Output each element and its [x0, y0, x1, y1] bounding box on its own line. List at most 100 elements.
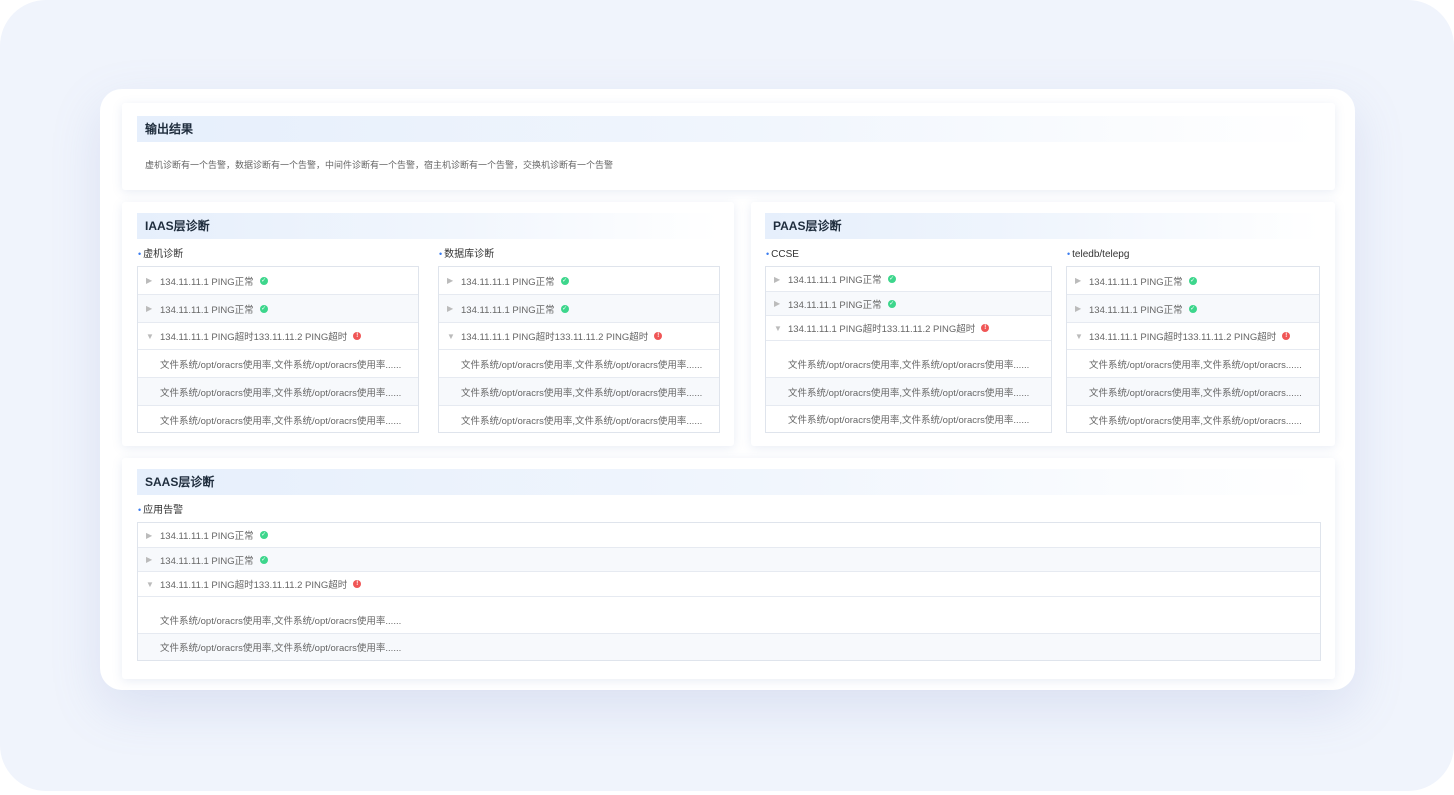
- detail-text: 文件系统/opt/oracrs使用率,文件系统/opt/oracrs使用率...…: [461, 415, 703, 427]
- ping-status-text: 134.11.11.1 PING正常: [160, 276, 254, 288]
- iaas-vm-table: ▶ 134.11.11.1 PING正常 ✓ ▶ 134.11.11.1 PIN…: [137, 266, 419, 433]
- detail-text: 文件系统/opt/oracrs使用率,文件系统/opt/oracrs使用率...…: [788, 415, 1030, 426]
- error-circle-icon: !: [353, 580, 362, 588]
- caret-right-icon[interactable]: ▶: [439, 276, 453, 285]
- detail-text: 文件系统/opt/oracrs使用率,文件系统/opt/oracrs使用率...…: [160, 387, 402, 399]
- output-title: 输出结果: [137, 116, 1320, 142]
- saas-group-app-label: • 应用告警: [138, 503, 183, 517]
- error-circle-icon: !: [654, 332, 663, 340]
- table-row[interactable]: ▶ 134.11.11.1 PING正常 ✓: [138, 548, 1320, 572]
- detail-row: 文件系统/opt/oracrs使用率,文件系统/opt/oracrs使用率...…: [138, 597, 1320, 634]
- table-row[interactable]: ▶ 134.11.11.1 PING正常 ✓: [1067, 267, 1319, 295]
- error-circle-icon: !: [1282, 332, 1291, 340]
- table-row-expanded[interactable]: ▼ 134.11.11.1 PING超时133.11.11.2 PING超时 !: [1067, 323, 1319, 350]
- ping-status-text: 134.11.11.1 PING超时133.11.11.2 PING超时: [461, 332, 649, 343]
- detail-row: 文件系统/opt/oracrs使用率,文件系统/opt/oracrs使用率...…: [439, 350, 719, 378]
- caret-right-icon[interactable]: ▶: [138, 304, 152, 313]
- paas-title: PAAS层诊断: [765, 213, 1320, 239]
- saas-panel: SAAS层诊断 • 应用告警 ▶ 134.11.11.1 PING正常 ✓ ▶ 1…: [122, 458, 1335, 679]
- caret-right-icon[interactable]: ▶: [439, 304, 453, 313]
- caret-down-icon[interactable]: ▼: [138, 580, 154, 589]
- detail-text: 文件系统/opt/oracrs使用率,文件系统/opt/oracrs......: [1089, 359, 1302, 371]
- bullet-dot: •: [1067, 249, 1071, 259]
- ping-status-text: 134.11.11.1 PING超时133.11.11.2 PING超时: [160, 332, 348, 343]
- caret-right-icon[interactable]: ▶: [1067, 276, 1081, 285]
- detail-row: 文件系统/opt/oracrs使用率,文件系统/opt/oracrs使用率...…: [439, 406, 719, 433]
- bullet-dot: •: [138, 249, 142, 259]
- caret-right-icon[interactable]: ▶: [138, 555, 152, 564]
- detail-row: 文件系统/opt/oracrs使用率,文件系统/opt/oracrs使用率...…: [138, 406, 418, 433]
- ping-status-text: 134.11.11.1 PING正常: [1089, 304, 1183, 316]
- group-label: teledb/telepg: [1072, 249, 1130, 260]
- main-card: 输出结果 虚机诊断有一个告警，数据诊断有一个告警，中间件诊断有一个告警，宿主机诊…: [100, 89, 1355, 690]
- output-summary-text: 虚机诊断有一个告警，数据诊断有一个告警，中间件诊断有一个告警，宿主机诊断有一个告…: [145, 160, 614, 170]
- ping-status-text: 134.11.11.1 PING超时133.11.11.2 PING超时: [1089, 332, 1277, 343]
- check-circle-icon: ✓: [1188, 276, 1197, 285]
- saas-title: SAAS层诊断: [137, 469, 1320, 495]
- check-circle-icon: ✓: [560, 276, 569, 285]
- ping-status-text: 134.11.11.1 PING正常: [788, 299, 882, 311]
- detail-text: 文件系统/opt/oracrs使用率,文件系统/opt/oracrs使用率...…: [461, 387, 703, 399]
- bullet-dot: •: [439, 249, 443, 259]
- iaas-db-table: ▶ 134.11.11.1 PING正常 ✓ ▶ 134.11.11.1 PIN…: [438, 266, 720, 433]
- table-row[interactable]: ▶ 134.11.11.1 PING正常 ✓: [1067, 295, 1319, 323]
- iaas-group-vm-label: • 虚机诊断: [138, 247, 183, 261]
- check-circle-icon: ✓: [887, 275, 896, 283]
- table-row[interactable]: ▶ 134.11.11.1 PING正常 ✓: [766, 267, 1051, 292]
- detail-row: 文件系统/opt/oracrs使用率,文件系统/opt/oracrs使用率...…: [766, 341, 1051, 378]
- check-circle-icon: ✓: [259, 304, 268, 313]
- ping-status-text: 134.11.11.1 PING超时133.11.11.2 PING超时: [788, 324, 976, 335]
- caret-right-icon[interactable]: ▶: [766, 275, 780, 284]
- ping-status-text: 134.11.11.1 PING正常: [160, 555, 254, 567]
- check-circle-icon: ✓: [259, 555, 268, 564]
- detail-row: 文件系统/opt/oracrs使用率,文件系统/opt/oracrs使用率...…: [766, 378, 1051, 406]
- ping-status-text: 134.11.11.1 PING正常: [1089, 276, 1183, 288]
- detail-text: 文件系统/opt/oracrs使用率,文件系统/opt/oracrs使用率...…: [160, 359, 402, 371]
- table-row-expanded[interactable]: ▼ 134.11.11.1 PING超时133.11.11.2 PING超时 !: [439, 323, 719, 350]
- detail-text: 文件系统/opt/oracrs使用率,文件系统/opt/oracrs使用率...…: [160, 616, 402, 627]
- caret-down-icon[interactable]: ▼: [439, 332, 455, 341]
- table-row[interactable]: ▶ 134.11.11.1 PING正常 ✓: [766, 292, 1051, 316]
- ping-status-text: 134.11.11.1 PING正常: [160, 304, 254, 316]
- table-row-expanded[interactable]: ▼ 134.11.11.1 PING超时133.11.11.2 PING超时 !: [766, 316, 1051, 341]
- detail-row: 文件系统/opt/oracrs使用率,文件系统/opt/oracrs......: [1067, 350, 1319, 378]
- detail-text: 文件系统/opt/oracrs使用率,文件系统/opt/oracrs使用率...…: [461, 359, 703, 371]
- table-row[interactable]: ▶ 134.11.11.1 PING正常 ✓: [138, 295, 418, 323]
- group-label: 数据库诊断: [444, 249, 495, 260]
- detail-text: 文件系统/opt/oracrs使用率,文件系统/opt/oracrs使用率...…: [160, 415, 402, 427]
- caret-right-icon[interactable]: ▶: [138, 276, 152, 285]
- group-label: CCSE: [771, 249, 799, 260]
- caret-down-icon[interactable]: ▼: [138, 332, 154, 341]
- bullet-dot: •: [766, 249, 770, 259]
- detail-row: 文件系统/opt/oracrs使用率,文件系统/opt/oracrs使用率...…: [138, 350, 418, 378]
- detail-row: 文件系统/opt/oracrs使用率,文件系统/opt/oracrs使用率...…: [766, 406, 1051, 432]
- bullet-dot: •: [138, 505, 142, 515]
- paas-ccse-table: ▶ 134.11.11.1 PING正常 ✓ ▶ 134.11.11.1 PIN…: [765, 266, 1052, 433]
- table-row-expanded[interactable]: ▼ 134.11.11.1 PING超时133.11.11.2 PING超时 !: [138, 323, 418, 350]
- detail-row: 文件系统/opt/oracrs使用率,文件系统/opt/oracrs......: [1067, 406, 1319, 433]
- iaas-group-db-label: • 数据库诊断: [439, 247, 494, 261]
- paas-group-ccse-label: • CCSE: [766, 247, 799, 261]
- table-row-expanded[interactable]: ▼ 134.11.11.1 PING超时133.11.11.2 PING超时 !: [138, 572, 1320, 597]
- table-row[interactable]: ▶ 134.11.11.1 PING正常 ✓: [138, 523, 1320, 548]
- output-panel: 输出结果 虚机诊断有一个告警，数据诊断有一个告警，中间件诊断有一个告警，宿主机诊…: [122, 103, 1335, 190]
- check-circle-icon: ✓: [560, 304, 569, 313]
- detail-text: 文件系统/opt/oracrs使用率,文件系统/opt/oracrs......: [1089, 415, 1302, 427]
- caret-down-icon[interactable]: ▼: [766, 324, 782, 333]
- table-row[interactable]: ▶ 134.11.11.1 PING正常 ✓: [439, 295, 719, 323]
- table-row[interactable]: ▶ 134.11.11.1 PING正常 ✓: [138, 267, 418, 295]
- table-row[interactable]: ▶ 134.11.11.1 PING正常 ✓: [439, 267, 719, 295]
- detail-text: 文件系统/opt/oracrs使用率,文件系统/opt/oracrs使用率...…: [788, 387, 1030, 399]
- ping-status-text: 134.11.11.1 PING正常: [461, 276, 555, 288]
- caret-right-icon[interactable]: ▶: [1067, 304, 1081, 313]
- detail-row: 文件系统/opt/oracrs使用率,文件系统/opt/oracrs使用率...…: [138, 378, 418, 406]
- group-label: 虚机诊断: [143, 249, 184, 260]
- paas-teledb-table: ▶ 134.11.11.1 PING正常 ✓ ▶ 134.11.11.1 PIN…: [1066, 266, 1320, 433]
- detail-row: 文件系统/opt/oracrs使用率,文件系统/opt/oracrs使用率...…: [138, 634, 1320, 660]
- saas-app-table: ▶ 134.11.11.1 PING正常 ✓ ▶ 134.11.11.1 PIN…: [137, 522, 1321, 661]
- caret-right-icon[interactable]: ▶: [138, 531, 152, 540]
- caret-right-icon[interactable]: ▶: [766, 299, 780, 308]
- paas-group-teledb-label: • teledb/telepg: [1067, 247, 1129, 261]
- caret-down-icon[interactable]: ▼: [1067, 332, 1083, 341]
- paas-panel: PAAS层诊断 • CCSE ▶ 134.11.11.1 PING正常 ✓ ▶ 1…: [751, 202, 1335, 446]
